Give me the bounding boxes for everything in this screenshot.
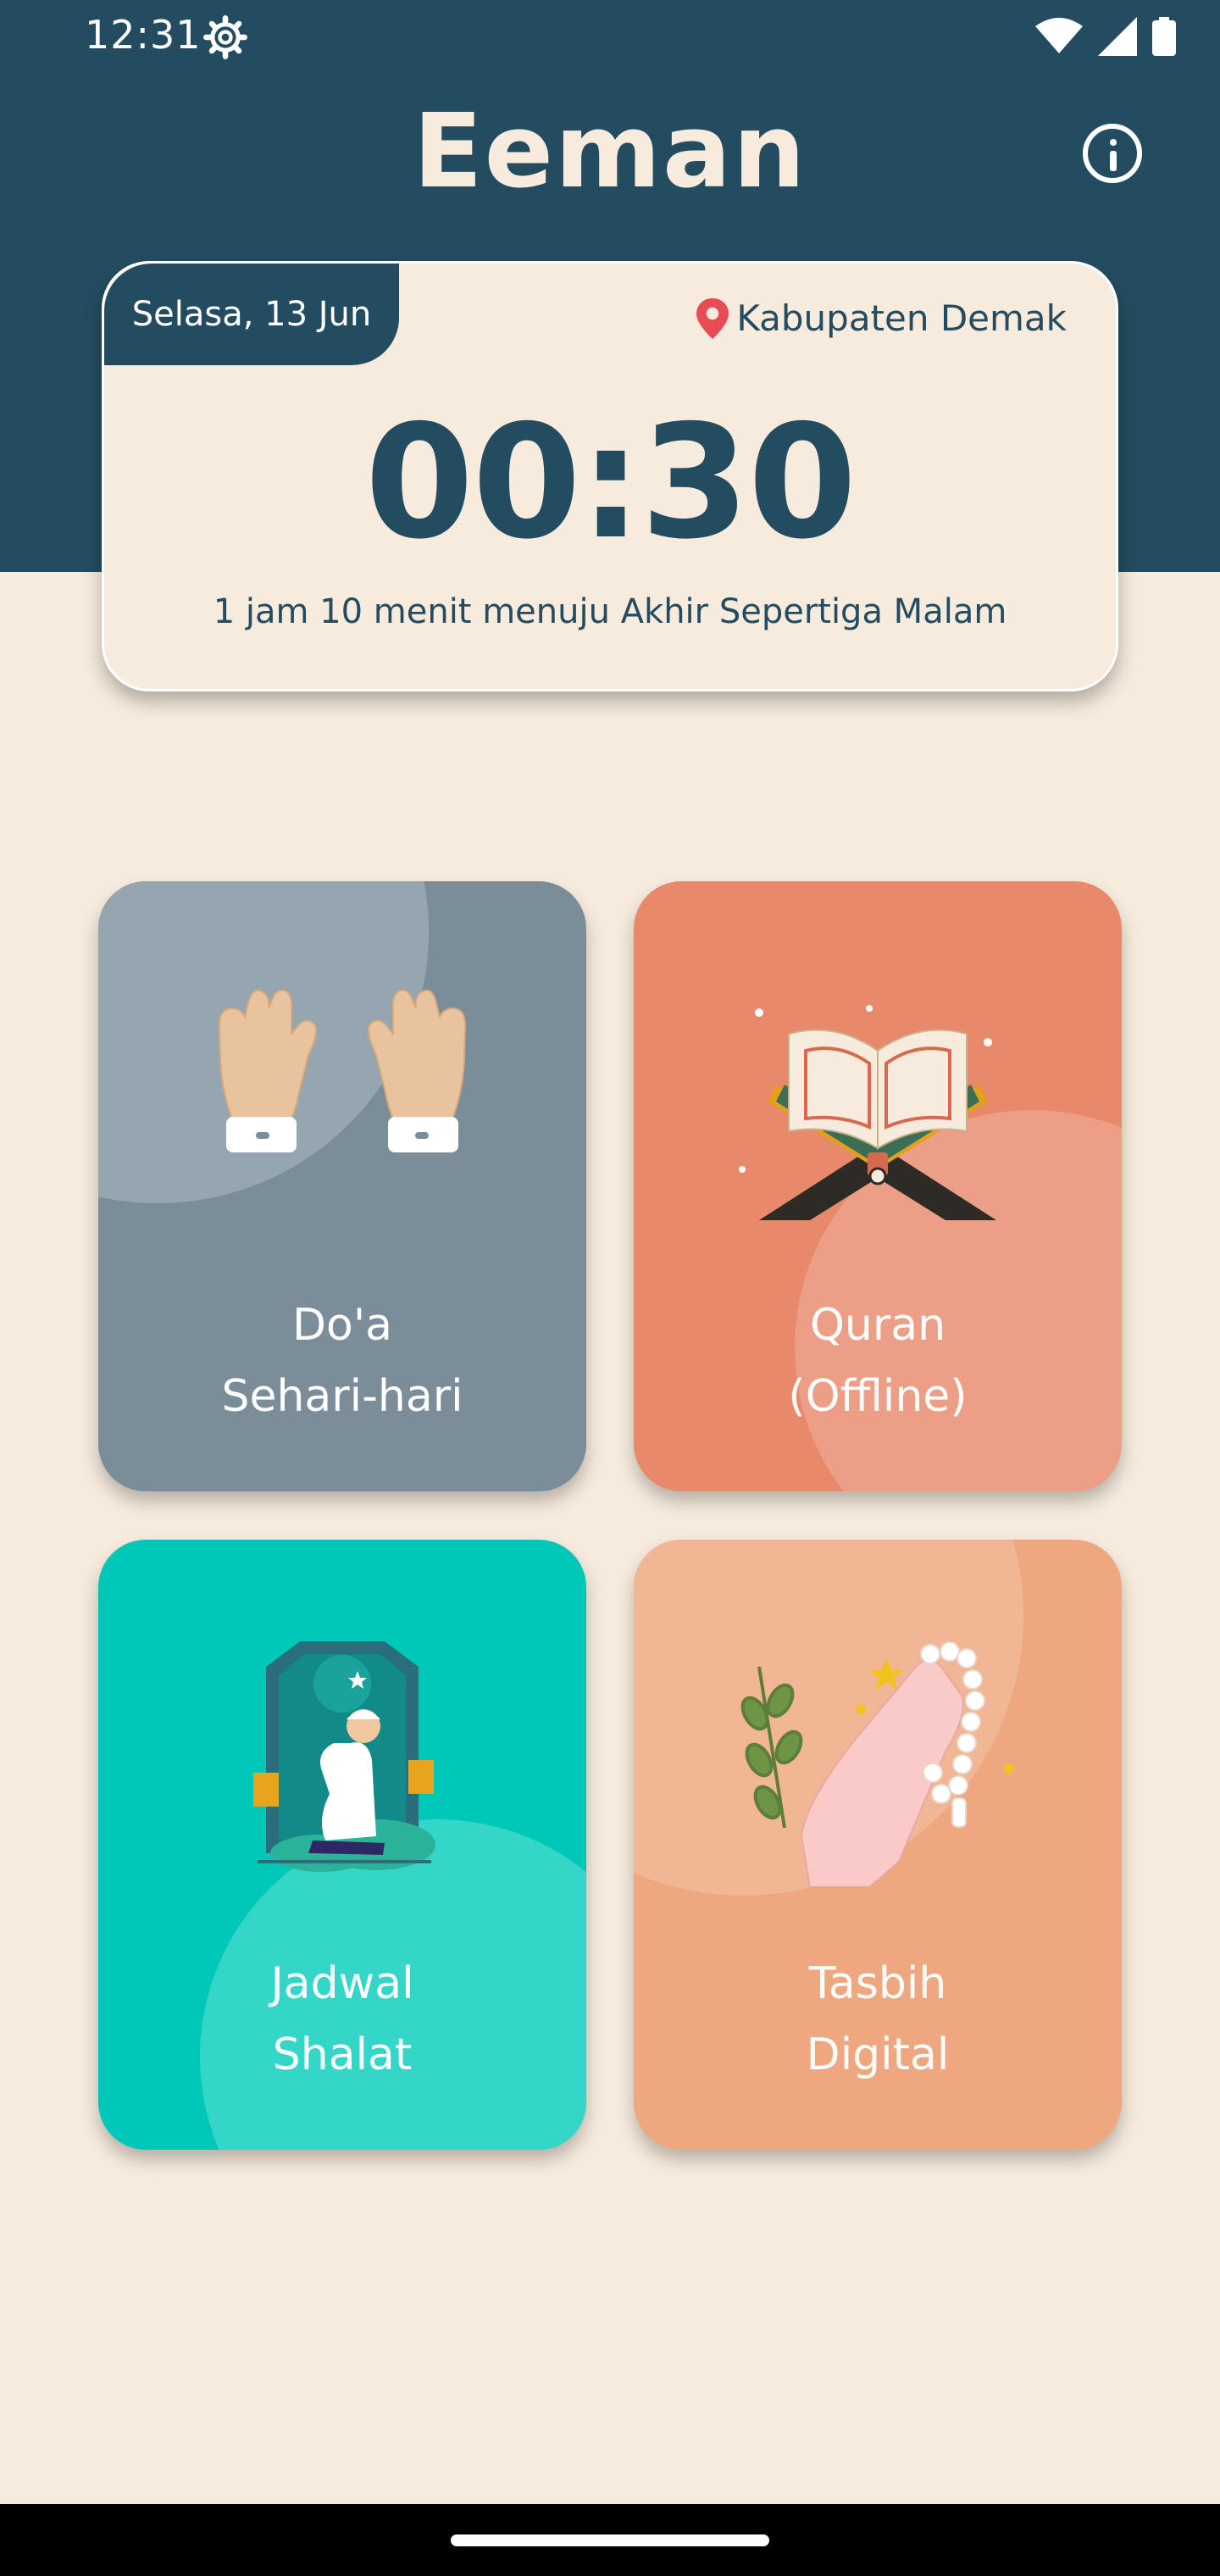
doa-label-line1: Do'a <box>291 1300 392 1351</box>
quran-label-line2: (Offline) <box>788 1371 968 1422</box>
info-icon[interactable] <box>1083 124 1142 183</box>
app-title: Eeman <box>413 93 807 211</box>
jadwal-label-line2: Shalat <box>272 2029 413 2080</box>
prayer-time-card: Selasa, 13 Jun Kabupaten Demak 00:30 1 j… <box>102 261 1118 691</box>
wifi-icon <box>1035 18 1083 53</box>
tasbih-label-line1: Tasbih <box>808 1958 947 2009</box>
tasbih-label-line2: Digital <box>806 2029 950 2080</box>
tasbih-card[interactable]: Tasbih Digital <box>634 1540 1122 2150</box>
location-label: Kabupaten Demak <box>696 297 1067 339</box>
status-bar: 12:31 <box>0 0 1220 76</box>
countdown-text: 1 jam 10 menit menuju Akhir Sepertiga Ma… <box>213 592 1007 631</box>
current-time: 00:30 <box>364 391 857 574</box>
location-pin-icon <box>696 297 729 339</box>
status-time: 12:31 <box>85 12 202 58</box>
settings-icon <box>203 15 247 59</box>
location-text: Kabupaten Demak <box>736 297 1067 339</box>
quran-card[interactable]: Quran (Offline) <box>634 881 1122 1491</box>
jadwal-shalat-card[interactable]: Jadwal Shalat <box>98 1540 586 2150</box>
tasbih-icon <box>740 1641 1014 1887</box>
doa-label-line2: Sehari-hari <box>221 1371 463 1422</box>
home-gesture-handle[interactable] <box>451 2534 769 2546</box>
doa-card[interactable]: Do'a Sehari-hari <box>98 881 586 1491</box>
praying-hands-icon <box>218 989 467 1152</box>
battery-icon <box>1152 17 1176 56</box>
quran-label-line1: Quran <box>809 1300 946 1351</box>
date-label: Selasa, 13 Jun <box>104 264 399 365</box>
quran-icon <box>739 1005 996 1220</box>
prayer-schedule-icon <box>253 1641 435 1872</box>
jadwal-label-line1: Jadwal <box>270 1958 414 2009</box>
signal-icon <box>1098 17 1137 56</box>
